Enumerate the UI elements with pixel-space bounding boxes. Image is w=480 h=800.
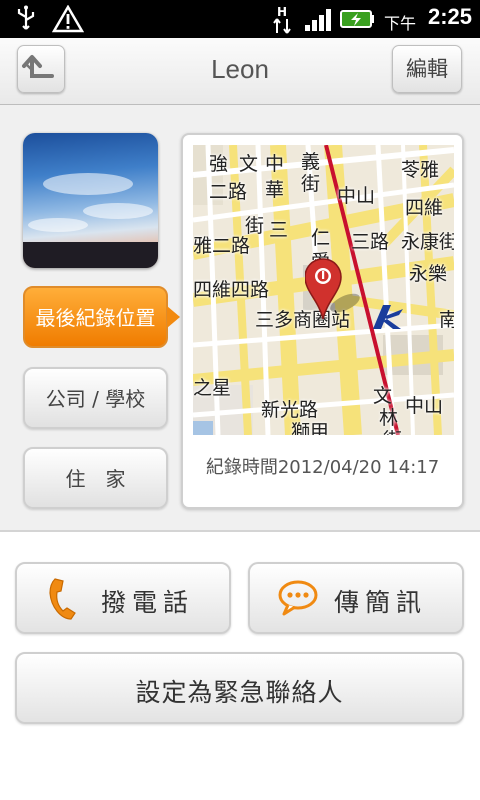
svg-text:H: H: [277, 5, 287, 19]
chat-bubble-icon: [278, 580, 318, 616]
map-label: 街: [383, 425, 402, 435]
warning-icon: [52, 5, 84, 33]
sms-label: 傳簡訊: [334, 588, 428, 617]
map-label: 四維四路: [193, 279, 270, 301]
map-label: 街: [301, 173, 321, 195]
map-label: 之星: [193, 377, 232, 399]
signal-icon: [305, 9, 331, 31]
map-card: 強 文 中 義 苓雅 二路 華 街 中山 四維 雅二路 街 三 仁 三路 永康街…: [181, 133, 464, 509]
map-label: 中: [265, 153, 285, 175]
call-button[interactable]: 撥電話: [15, 562, 231, 634]
record-time: 紀錄時間2012/04/20 14:17: [205, 457, 440, 478]
map-label: 文: [239, 153, 259, 175]
map-label: 二路: [209, 181, 248, 203]
map-label: 三: [269, 219, 289, 241]
metro-station-icon: [373, 305, 403, 329]
hspa-data-icon: H: [273, 5, 291, 34]
map-label: 永樂: [409, 263, 448, 285]
company-school-button[interactable]: 公司 / 學校: [23, 367, 168, 429]
map-label: 獅甲: [291, 421, 330, 435]
last-location-button[interactable]: 最後紀錄位置: [23, 286, 168, 348]
contact-photo: [23, 133, 158, 268]
map-label: 永康街: [401, 231, 454, 253]
title-bar: Leon 編輯: [0, 38, 480, 105]
selection-pointer: [167, 306, 180, 328]
map-label: 仁: [311, 227, 331, 249]
map-label: 苓雅: [401, 159, 440, 181]
map-label: 四維: [405, 197, 444, 219]
map-label: 中山: [337, 185, 376, 207]
phone-icon: [49, 578, 76, 620]
battery-charging-icon: [340, 10, 374, 28]
section-divider: [0, 530, 480, 532]
map-label: 三路: [351, 231, 390, 253]
status-bar: H 下午 2:25: [0, 0, 480, 38]
map-label: 華: [265, 179, 285, 201]
status-time: 2:25: [427, 4, 472, 29]
status-ampm: 下午: [383, 14, 416, 33]
emergency-label: 設定為緊急聯絡人: [135, 678, 344, 707]
home-button[interactable]: 住 家: [23, 447, 168, 509]
usb-icon: [17, 5, 35, 30]
set-emergency-contact-button[interactable]: 設定為緊急聯絡人: [15, 652, 464, 724]
sms-button[interactable]: 傳簡訊: [248, 562, 464, 634]
map-label: 雅二路: [193, 235, 251, 257]
map-label: 中山: [405, 395, 444, 417]
map-label: 強: [209, 153, 229, 175]
map-view[interactable]: 強 文 中 義 苓雅 二路 華 街 中山 四維 雅二路 街 三 仁 三路 永康街…: [193, 145, 454, 435]
location-marker-icon[interactable]: [305, 257, 369, 325]
edit-button[interactable]: 編輯: [392, 45, 462, 93]
call-label: 撥電話: [101, 588, 195, 617]
map-label: 南: [439, 309, 454, 331]
map-label: 街: [245, 215, 265, 237]
